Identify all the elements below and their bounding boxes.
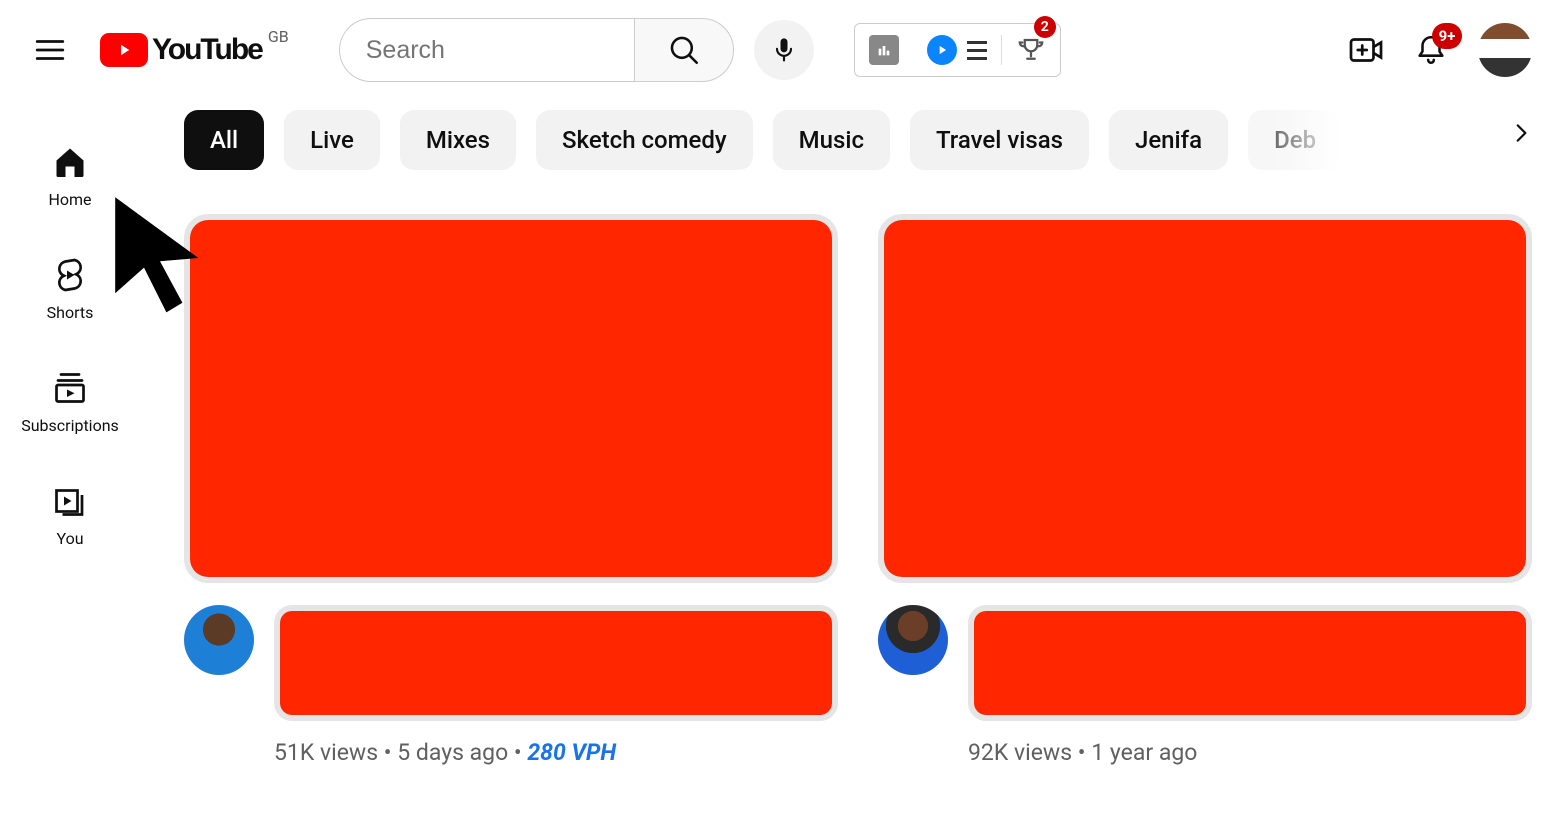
chip-jenifa[interactable]: Jenifa <box>1109 110 1228 170</box>
shorts-icon <box>52 257 88 293</box>
video-title[interactable] <box>274 605 838 721</box>
search-button[interactable] <box>634 18 734 82</box>
sidebar-item-you[interactable]: You <box>0 459 140 572</box>
country-code: GB <box>268 27 289 46</box>
voice-search-button[interactable] <box>754 20 814 80</box>
vidiq-icon <box>927 35 957 65</box>
extension-toolbar: 2 <box>854 23 1061 77</box>
search-container <box>339 18 814 82</box>
sidebar-item-home[interactable]: Home <box>0 120 140 233</box>
age-label: 5 days ago <box>397 739 508 766</box>
search-icon <box>667 33 701 67</box>
chevron-right-icon <box>1508 120 1534 146</box>
notification-badge: 9+ <box>1432 23 1462 49</box>
header: YouTube GB 2 <box>0 0 1562 100</box>
video-stats: 92K views • 1 year ago <box>968 739 1532 766</box>
header-right: 9+ <box>1348 23 1532 77</box>
chip-music[interactable]: Music <box>773 110 890 170</box>
menu-lines-icon <box>967 41 987 60</box>
home-icon <box>52 144 88 180</box>
video-stats: 51K views • 5 days ago • 280 VPH <box>274 739 838 766</box>
sidebar-item-label: You <box>56 529 83 548</box>
sidebar-item-label: Subscriptions <box>21 416 119 435</box>
chip-travel-visas[interactable]: Travel visas <box>910 110 1089 170</box>
video-thumbnail[interactable] <box>878 214 1532 583</box>
mini-sidebar: Home Shorts Subscriptions You <box>0 100 140 766</box>
channel-avatar[interactable] <box>878 605 948 675</box>
extension-vidiq-button[interactable] <box>913 24 1001 76</box>
age-label: 1 year ago <box>1091 739 1197 766</box>
search-input[interactable] <box>339 18 634 82</box>
account-avatar[interactable] <box>1478 23 1532 77</box>
chip-mixes[interactable]: Mixes <box>400 110 516 170</box>
microphone-icon <box>770 36 798 64</box>
hamburger-icon <box>33 33 67 67</box>
bar-chart-icon <box>869 35 899 65</box>
filter-chips-row: All Live Mixes Sketch comedy Music Trave… <box>184 100 1532 170</box>
sidebar-item-shorts[interactable]: Shorts <box>0 233 140 346</box>
logo-container[interactable]: YouTube GB <box>100 33 289 67</box>
vph-label: 280 VPH <box>527 739 616 766</box>
subscriptions-icon <box>52 370 88 406</box>
channel-avatar[interactable] <box>184 605 254 675</box>
create-button[interactable] <box>1348 32 1384 68</box>
video-thumbnail[interactable] <box>184 214 838 583</box>
chip-partial[interactable]: Deb <box>1248 110 1342 170</box>
sidebar-item-label: Home <box>48 190 91 209</box>
create-video-icon <box>1348 32 1384 68</box>
notifications-button[interactable]: 9+ <box>1414 33 1448 67</box>
library-icon <box>52 483 88 519</box>
trophy-badge: 2 <box>1034 16 1056 38</box>
video-card: 51K views • 5 days ago • 280 VPH <box>184 214 838 766</box>
views-label: 92K views <box>968 739 1072 766</box>
main-content: All Live Mixes Sketch comedy Music Trave… <box>140 100 1562 766</box>
video-title[interactable] <box>968 605 1532 721</box>
video-grid: 51K views • 5 days ago • 280 VPH 92K vie… <box>184 214 1532 766</box>
chip-all[interactable]: All <box>184 110 264 170</box>
youtube-logo-text: YouTube <box>152 33 262 67</box>
extension-stats-button[interactable] <box>855 24 913 76</box>
youtube-logo-icon <box>100 33 148 67</box>
video-card: 92K views • 1 year ago <box>878 214 1532 766</box>
extension-trophy-button[interactable]: 2 <box>1002 24 1060 76</box>
views-label: 51K views <box>274 739 378 766</box>
sidebar-item-subscriptions[interactable]: Subscriptions <box>0 346 140 459</box>
chips-scroll-right-button[interactable] <box>1500 112 1542 158</box>
chip-live[interactable]: Live <box>284 110 380 170</box>
trophy-icon <box>1016 35 1046 65</box>
guide-menu-button[interactable] <box>30 30 70 70</box>
chip-sketch-comedy[interactable]: Sketch comedy <box>536 110 753 170</box>
sidebar-item-label: Shorts <box>47 303 94 322</box>
